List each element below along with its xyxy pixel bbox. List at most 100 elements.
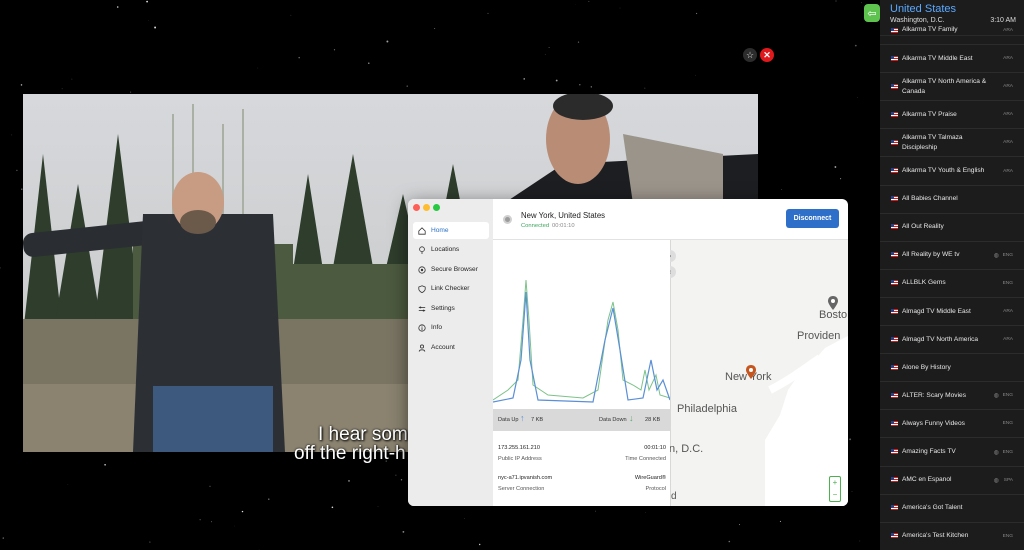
channel-row[interactable]: AMC en Espanol ◍ SPA (880, 467, 1024, 495)
channel-row[interactable]: All Reality by WE tv ◍ ENG (880, 242, 1024, 270)
nav-home-label: Home (431, 227, 449, 234)
channel-row[interactable]: Alkarma TV Talmaza Discipleship ARA (880, 129, 1024, 158)
channel-language: ENG (1002, 280, 1013, 286)
window-close-button[interactable] (413, 204, 420, 211)
nav-secure-browser[interactable]: Secure Browser (413, 261, 489, 278)
public-ip-value: 173.255.161.210 (498, 445, 540, 451)
traffic-graph-svg (492, 279, 671, 403)
connected-location: New York, United States (521, 211, 606, 220)
star-outline-icon[interactable]: ☆ (743, 48, 757, 62)
data-up-label: Data Up (498, 417, 519, 423)
channel-row[interactable]: Always Funny Videos ENG (880, 410, 1024, 439)
back-arrow-icon[interactable]: ⇦ (864, 4, 880, 22)
map-label-dc: n, D.C. (670, 443, 704, 455)
close-icon[interactable]: ✕ (760, 48, 774, 62)
globe-icon: ◍ (993, 393, 999, 400)
channel-name: ALLBLK Gems (902, 279, 946, 287)
time-connected-label: Time Connected (625, 456, 666, 462)
channel-name: Alkarma TV Talmaza Discipleship (902, 133, 963, 151)
channel-row[interactable]: Almagd TV North America ARA (880, 326, 1024, 355)
location-map[interactable]: › ‹ Bosto Providen New York Philadelphia… (670, 240, 848, 506)
server-value: nyc-a71.ipvanish.com (498, 475, 553, 481)
channel-language: ENG (1002, 393, 1013, 399)
globe-icon: ◍ (993, 252, 999, 259)
person-icon (418, 344, 426, 352)
window-zoom-button[interactable] (433, 204, 440, 211)
us-flag-icon (891, 168, 898, 174)
channel-row[interactable]: America's Test Kitchen ENG (880, 523, 1024, 550)
channel-language: ARA (1003, 168, 1013, 174)
connection-status: Connected 00:01:10 (521, 223, 575, 229)
channel-name: Always Funny Videos (902, 419, 965, 427)
channel-name: ALTER: Scary Movies (902, 391, 966, 399)
arrow-down-icon: ↓ (629, 413, 634, 423)
us-flag-icon (891, 533, 898, 539)
home-icon (418, 226, 426, 235)
us-flag-icon (891, 224, 898, 230)
map-pin-gray-icon (828, 296, 838, 310)
zoom-in-button[interactable]: + (830, 477, 840, 489)
us-flag-icon (891, 196, 898, 202)
location-pin-icon (419, 245, 425, 254)
channel-row[interactable]: All Babies Channel (880, 186, 1024, 214)
channel-row[interactable]: Almagd TV Middle East ARA (880, 298, 1024, 327)
globe-icon: ◍ (993, 477, 999, 484)
channel-name: Alone By History (902, 363, 951, 371)
data-up-value: 7 KB (531, 417, 544, 423)
shield-icon (418, 284, 426, 293)
channel-language: ENG (1002, 421, 1013, 427)
protocol-label: Protocol (645, 486, 666, 492)
channel-name: All Reality by WE tv (902, 251, 960, 259)
disconnect-button[interactable]: Disconnect (786, 209, 839, 228)
us-flag-icon (891, 420, 898, 426)
channel-language: ARA (1003, 28, 1013, 33)
browser-icon (418, 265, 426, 274)
channel-language: ARA (1003, 337, 1013, 343)
us-flag-icon (891, 111, 898, 117)
channel-row[interactable]: Alkarma TV Family ARA (880, 17, 1024, 45)
data-transfer-bar: Data Up ↑ 7 KB Data Down ↓ 28 KB (493, 409, 670, 431)
channel-name: Alkarma TV Praise (902, 110, 957, 118)
us-flag-icon (891, 252, 898, 258)
channel-row[interactable]: Alkarma TV Youth & English ARA (880, 158, 1024, 186)
channel-row[interactable]: All Out Reality (880, 214, 1024, 242)
location-flag-icon (503, 215, 512, 224)
nav-locations[interactable]: Locations (413, 241, 489, 258)
nav-info[interactable]: Info (413, 319, 489, 336)
channel-row[interactable]: Alkarma TV Praise ARA (880, 101, 1024, 130)
channel-row[interactable]: Amazing Facts TV ◍ ENG (880, 439, 1024, 467)
nav-settings[interactable]: Settings (413, 300, 489, 317)
map-label-philadelphia: Philadelphia (677, 403, 737, 415)
map-pin-active-icon (746, 365, 756, 379)
data-down-label: Data Down (599, 417, 627, 423)
channel-row[interactable]: ALTER: Scary Movies ◍ ENG (880, 382, 1024, 411)
window-minimize-button[interactable] (423, 204, 430, 211)
vpn-window: Home Locations Secure Browser Link Check… (408, 199, 848, 506)
nav-account[interactable]: Account (413, 339, 489, 356)
info-icon (418, 323, 426, 332)
channel-row[interactable]: America's Got Talent (880, 495, 1024, 523)
channel-language: ARA (1003, 56, 1013, 62)
nav-link-checker[interactable]: Link Checker (413, 280, 489, 297)
map-label-bottom: d (671, 491, 677, 502)
channel-row[interactable]: Alkarma TV North America & Canada ARA (880, 73, 1024, 102)
protocol-value: WireGuard® (634, 475, 666, 481)
channel-name: All Out Reality (902, 223, 944, 231)
channel-language: ENG (1002, 252, 1013, 258)
zoom-out-button[interactable]: − (830, 489, 840, 501)
us-flag-icon (891, 280, 898, 286)
channel-name: America's Got Talent (902, 504, 963, 512)
us-flag-icon (891, 83, 898, 89)
connection-timer: 00:01:10 (552, 223, 575, 229)
server-label: Server Connection (498, 486, 545, 492)
nav-home[interactable]: Home (413, 222, 489, 239)
channel-name: AMC en Espanol (902, 476, 952, 484)
channel-row[interactable]: Alkarma TV Middle East ARA (880, 45, 1024, 74)
channel-row[interactable]: Alone By History (880, 354, 1024, 383)
subtitle-line-1: I hear som (318, 424, 408, 445)
public-ip-label: Public IP Address (498, 456, 542, 462)
channel-language: ARA (1003, 309, 1013, 315)
channel-row[interactable]: ALLBLK Gems ENG (880, 270, 1024, 298)
nav-info-label: Info (431, 324, 442, 331)
nav-settings-label: Settings (431, 305, 455, 312)
